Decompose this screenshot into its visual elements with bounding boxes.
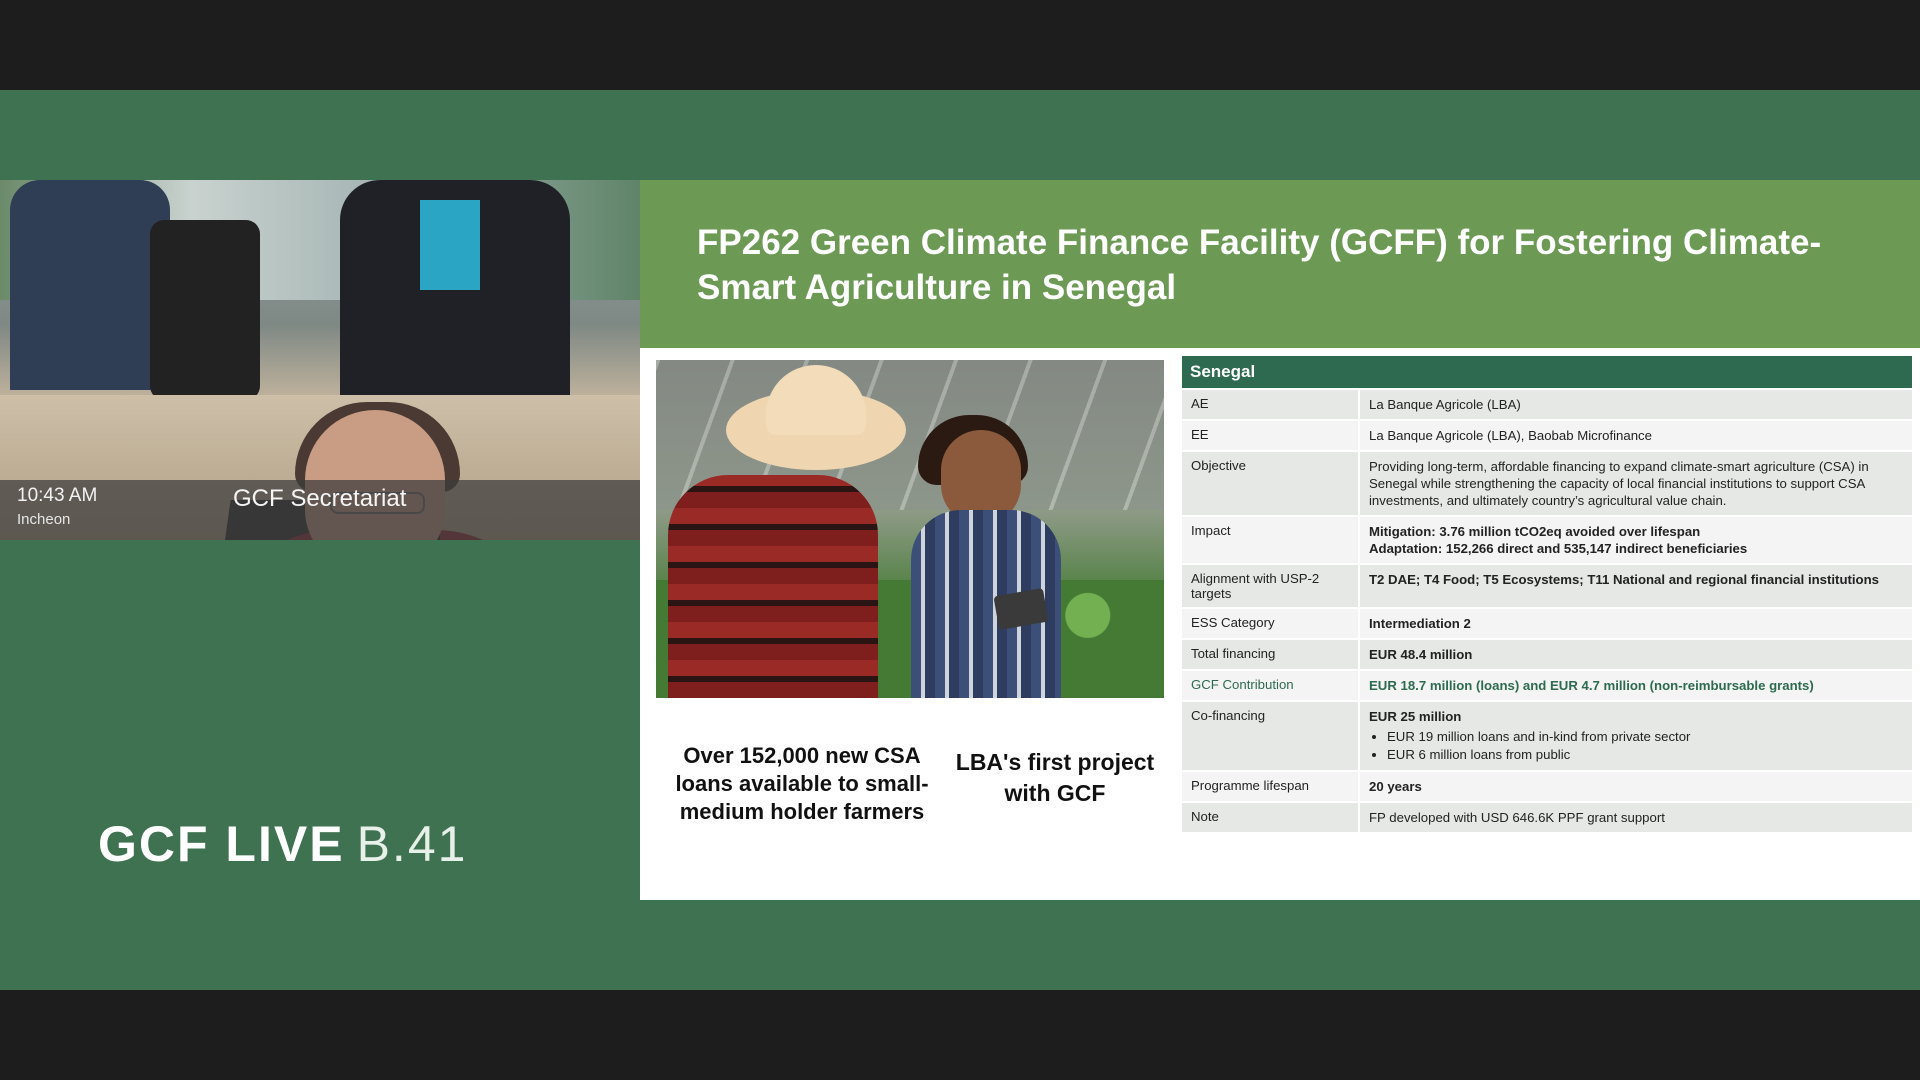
table-row: EE La Banque Agricole (LBA), Baobab Micr… xyxy=(1182,421,1912,450)
slide-header: FP262 Green Climate Finance Facility (GC… xyxy=(640,180,1920,348)
farmer-figure xyxy=(668,475,878,698)
row-value: EUR 18.7 million (loans) and EUR 4.7 mil… xyxy=(1360,671,1912,700)
row-label: ESS Category xyxy=(1182,609,1360,638)
speaker-name: GCF Secretariat xyxy=(233,485,407,512)
brand-name: GCF LIVE xyxy=(98,816,345,872)
video-chair xyxy=(150,220,260,400)
cofinancing-list: EUR 19 million loans and in-kind from pr… xyxy=(1387,728,1903,763)
row-label: Co-financing xyxy=(1182,702,1360,770)
list-item: EUR 6 million loans from public xyxy=(1387,746,1903,763)
video-time: 10:43 AM xyxy=(17,485,98,506)
table-row: GCF Contribution EUR 18.7 million (loans… xyxy=(1182,671,1912,700)
table-header-country: Senegal xyxy=(1182,356,1912,388)
row-value: EUR 25 million EUR 19 million loans and … xyxy=(1360,702,1912,770)
farmers-handshake-photo xyxy=(656,360,1164,698)
letterbox-top xyxy=(0,0,1920,90)
table-row: AE La Banque Agricole (LBA) xyxy=(1182,390,1912,419)
row-label: Alignment with USP-2 targets xyxy=(1182,565,1360,607)
list-item: EUR 19 million loans and in-kind from pr… xyxy=(1387,728,1903,745)
row-label: Objective xyxy=(1182,452,1360,515)
table-row: Note FP developed with USD 646.6K PPF gr… xyxy=(1182,803,1912,832)
row-label: Impact xyxy=(1182,517,1360,563)
row-value: Intermediation 2 xyxy=(1360,609,1912,638)
letterbox-bottom xyxy=(0,990,1920,1080)
gcf-live-logo: GCF LIVE B.41 xyxy=(98,815,467,873)
table-row: ESS Category Intermediation 2 xyxy=(1182,609,1912,638)
table-row: Objective Providing long-term, affordabl… xyxy=(1182,452,1912,515)
row-label: GCF Contribution xyxy=(1182,671,1360,700)
table-row: Total financing EUR 48.4 million xyxy=(1182,640,1912,669)
row-label: Note xyxy=(1182,803,1360,832)
row-label: AE xyxy=(1182,390,1360,419)
row-value: La Banque Agricole (LBA), Baobab Microfi… xyxy=(1360,421,1912,450)
table-row: Impact Mitigation: 3.76 million tCO2eq a… xyxy=(1182,517,1912,563)
video-background-shirt xyxy=(420,200,480,290)
stat-first-project: LBA's first project with GCF xyxy=(955,749,1155,806)
table-row: Co-financing EUR 25 million EUR 19 milli… xyxy=(1182,702,1912,770)
table-row: Alignment with USP-2 targets T2 DAE; T4 … xyxy=(1182,565,1912,607)
row-label: Total financing xyxy=(1182,640,1360,669)
stat-loans: Over 152,000 new CSA loans available to … xyxy=(675,743,929,824)
row-value: La Banque Agricole (LBA) xyxy=(1360,390,1912,419)
row-label: EE xyxy=(1182,421,1360,450)
row-value: T2 DAE; T4 Food; T5 Ecosystems; T11 Nati… xyxy=(1360,565,1912,607)
row-value: EUR 48.4 million xyxy=(1360,640,1912,669)
row-value: Mitigation: 3.76 million tCO2eq avoided … xyxy=(1360,517,1912,563)
row-label: Programme lifespan xyxy=(1182,772,1360,801)
video-background-person xyxy=(10,180,170,390)
project-summary-table: Senegal AE La Banque Agricole (LBA) EE L… xyxy=(1182,356,1912,832)
presentation-slide: FP262 Green Climate Finance Facility (GC… xyxy=(640,180,1920,900)
row-value: 20 years xyxy=(1360,772,1912,801)
impact-adaptation: Adaptation: 152,266 direct and 535,147 i… xyxy=(1369,541,1748,556)
slide-title: FP262 Green Climate Finance Facility (GC… xyxy=(697,223,1822,307)
row-value: Providing long-term, affordable financin… xyxy=(1360,452,1912,515)
row-value: FP developed with USD 646.6K PPF grant s… xyxy=(1360,803,1912,832)
table-row: Programme lifespan 20 years xyxy=(1182,772,1912,801)
cofinancing-total: EUR 25 million xyxy=(1369,709,1462,724)
video-location: Incheon xyxy=(17,511,71,528)
impact-mitigation: Mitigation: 3.76 million tCO2eq avoided … xyxy=(1369,524,1701,539)
board-meeting-label: B.41 xyxy=(356,816,468,872)
